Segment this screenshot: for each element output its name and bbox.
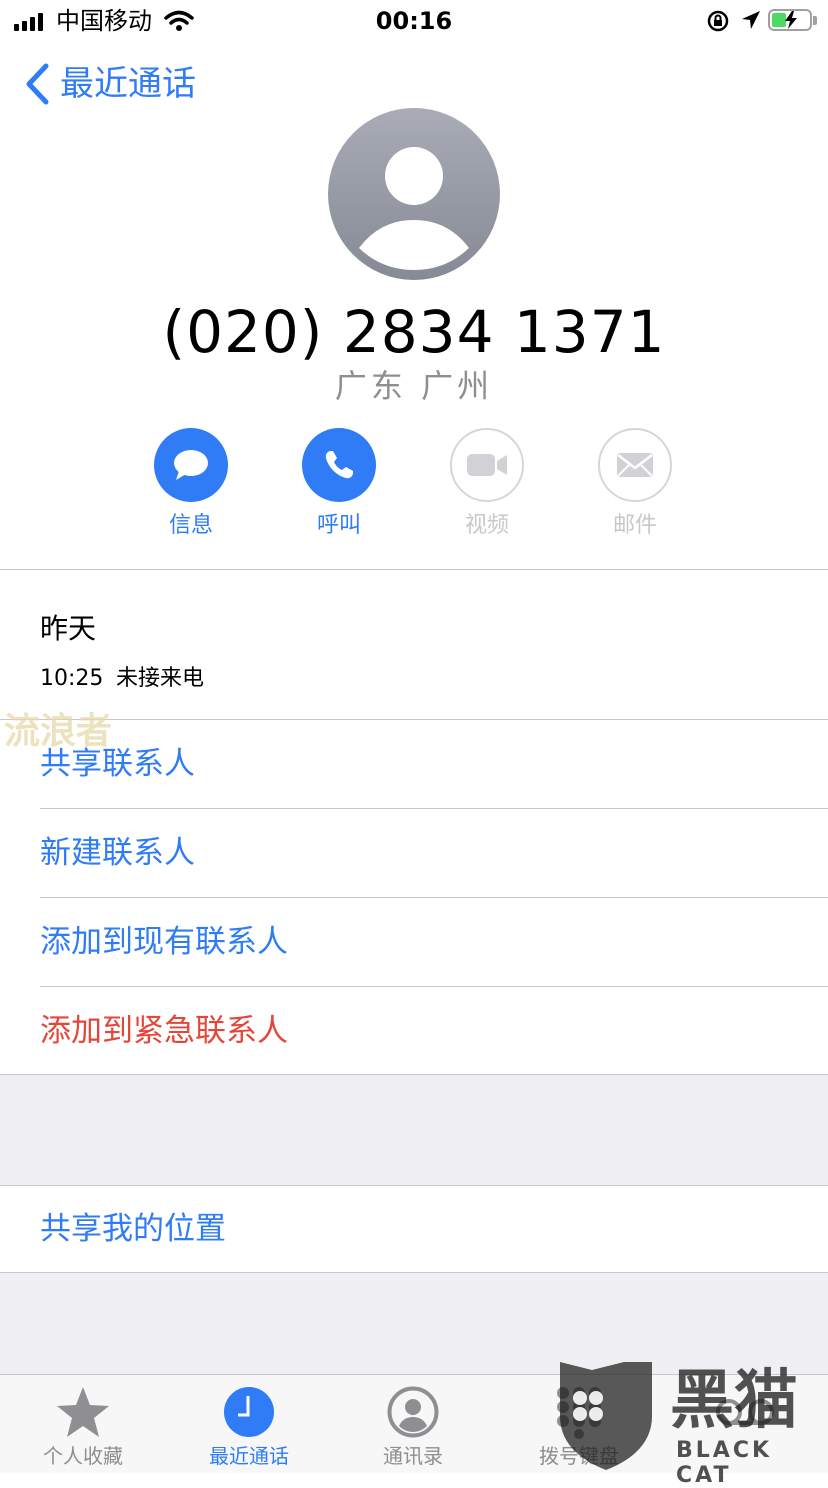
black-cat-watermark-text: BLACK CAT xyxy=(676,1438,773,1488)
location-arrow-icon xyxy=(742,11,760,29)
star-icon xyxy=(57,1387,109,1437)
divider xyxy=(0,1074,828,1075)
tab-keypad[interactable]: 拨号键盘 xyxy=(496,1383,662,1469)
tab-contacts-label: 通讯录 xyxy=(383,1444,443,1468)
divider xyxy=(0,1185,828,1186)
clock-icon xyxy=(224,1387,274,1437)
video-label: 视频 xyxy=(464,513,509,538)
back-label: 最近通话 xyxy=(60,64,196,104)
add-to-existing-contact-button[interactable]: 添加到现有联系人 xyxy=(40,922,288,962)
divider xyxy=(40,808,828,809)
battery-cap xyxy=(813,16,817,25)
call-button[interactable]: 呼叫 xyxy=(265,428,413,540)
voicemail-icon xyxy=(716,1399,774,1425)
keypad-icon xyxy=(557,1387,601,1439)
mail-icon xyxy=(617,453,653,477)
contacts-icon xyxy=(387,1386,439,1438)
section-spacer xyxy=(0,1075,828,1185)
divider xyxy=(40,897,828,898)
overlay-watermark: 流浪者 xyxy=(4,711,113,752)
battery-icon xyxy=(768,9,812,31)
call-history-day: 昨天 xyxy=(40,612,97,645)
mail-label: 邮件 xyxy=(612,513,657,538)
divider xyxy=(0,719,828,720)
chevron-left-icon xyxy=(26,63,49,105)
divider xyxy=(0,569,828,570)
video-button[interactable]: 视频 xyxy=(413,428,561,540)
rotation-lock-icon xyxy=(707,10,729,32)
phone-number: (020) 2834 1371 xyxy=(162,298,666,366)
number-location: 广东 广州 xyxy=(334,367,494,405)
new-contact-button[interactable]: 新建联系人 xyxy=(40,833,195,873)
tab-recents-label: 最近通话 xyxy=(209,1444,289,1468)
person-silhouette-icon xyxy=(359,147,469,270)
call-type: 未接来电 xyxy=(116,666,205,691)
tab-keypad-label: 拨号键盘 xyxy=(539,1444,619,1468)
call-label: 呼叫 xyxy=(316,513,361,538)
video-icon xyxy=(467,454,507,476)
message-label: 信息 xyxy=(168,513,213,538)
tab-contacts[interactable]: 通讯录 xyxy=(330,1383,496,1469)
status-bar: 中国移动 00:16 xyxy=(0,0,828,44)
add-emergency-contact-button[interactable]: 添加到紧急联系人 xyxy=(40,1011,288,1051)
call-time: 10:25 xyxy=(40,666,104,691)
divider xyxy=(40,986,828,987)
message-button[interactable]: 信息 xyxy=(117,428,265,540)
message-icon xyxy=(174,450,208,480)
bottom-spacer xyxy=(0,1273,828,1374)
contact-avatar xyxy=(328,108,500,280)
tab-voicemail[interactable] xyxy=(662,1383,828,1441)
tab-favorites-label: 个人收藏 xyxy=(43,1444,123,1468)
tab-recents[interactable]: 最近通话 xyxy=(166,1383,332,1469)
action-buttons: 信息 呼叫 视频 邮件 xyxy=(0,428,828,548)
tab-favorites[interactable]: 个人收藏 xyxy=(0,1383,166,1469)
back-button[interactable]: 最近通话 xyxy=(24,62,196,106)
status-time: 00:16 xyxy=(375,7,453,35)
phone-icon xyxy=(325,451,353,479)
mail-button[interactable]: 邮件 xyxy=(561,428,709,540)
share-location-button[interactable]: 共享我的位置 xyxy=(40,1209,226,1249)
